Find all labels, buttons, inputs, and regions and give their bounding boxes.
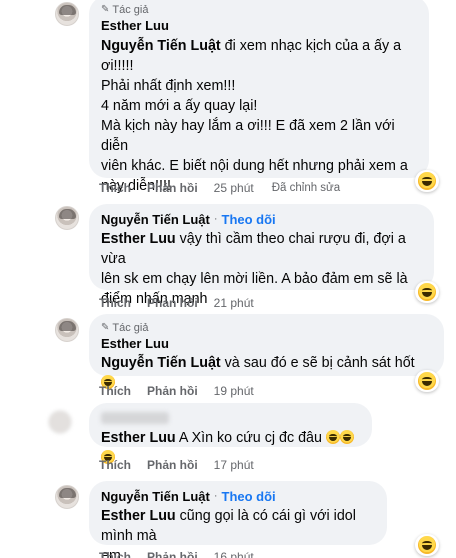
laughing-emoji-icon: [418, 536, 436, 554]
reply-button[interactable]: Phản hồi: [147, 550, 198, 558]
pen-icon: ✎: [101, 4, 110, 15]
author-badge-label: Tác giả: [112, 3, 149, 16]
reaction-badge[interactable]: [415, 281, 439, 303]
comment-author[interactable]: Nguyễn Tiến Luật: [101, 489, 210, 504]
reaction-badge[interactable]: [415, 534, 439, 556]
author-badge: ✎ Tác giả: [101, 321, 432, 334]
avatar[interactable]: [55, 206, 79, 230]
reaction-badge[interactable]: [415, 370, 439, 392]
avatar[interactable]: [55, 485, 79, 509]
reply-button[interactable]: Phản hồi: [147, 181, 198, 195]
timestamp[interactable]: 16 phút: [214, 550, 254, 558]
timestamp[interactable]: 25 phút: [214, 181, 254, 195]
timestamp[interactable]: 17 phút: [214, 458, 254, 472]
comment-actions: Thích Phản hồi 19 phút: [99, 383, 272, 399]
laughing-emoji-icon: [418, 283, 436, 301]
reply-button[interactable]: Phản hồi: [147, 296, 198, 310]
author-badge-label: Tác giả: [112, 321, 149, 334]
redacted-author-name: [101, 412, 169, 424]
pen-icon: ✎: [101, 322, 110, 333]
mention-link[interactable]: Nguyễn Tiến Luật: [101, 355, 221, 371]
comment-actions: Thích Phản hồi 21 phút: [99, 295, 272, 311]
reaction-badge[interactable]: [415, 170, 439, 192]
like-button[interactable]: Thích: [99, 384, 131, 398]
comment-bubble: ✎ Tác giả Esther Luu Nguyễn Tiến Luật và…: [89, 314, 444, 389]
edited-label: Đã chỉnh sửa: [271, 182, 341, 194]
comment-actions: Thích Phản hồi 16 phút: [99, 549, 272, 558]
mention-link[interactable]: Esther Luu: [101, 508, 176, 524]
like-button[interactable]: Thích: [99, 458, 131, 472]
follow-button[interactable]: Theo dõi: [222, 212, 276, 227]
avatar[interactable]: [55, 318, 79, 342]
avatar[interactable]: [55, 2, 79, 26]
laughing-emoji-icon: [418, 372, 436, 390]
avatar[interactable]: [48, 410, 72, 434]
comment-bubble: Esther Luu A Xìn ko cứu cj đc đâu: [89, 403, 372, 464]
mention-link[interactable]: Esther Luu: [101, 231, 176, 247]
grin-sweat-emoji-icon: [339, 430, 354, 444]
timestamp[interactable]: 21 phút: [214, 296, 254, 310]
comment-bubble: Nguyễn Tiến Luật · Theo dõi Esther Luu v…: [89, 204, 434, 307]
timestamp[interactable]: 19 phút: [214, 384, 254, 398]
comment-author[interactable]: Esther Luu: [101, 18, 169, 33]
like-button[interactable]: Thích: [99, 181, 131, 195]
grin-sweat-emoji-icon: [325, 430, 340, 444]
like-button[interactable]: Thích: [99, 296, 131, 310]
reply-button[interactable]: Phản hồi: [147, 384, 198, 398]
comment-author[interactable]: Nguyễn Tiến Luật: [101, 212, 210, 227]
mention-link[interactable]: Nguyễn Tiến Luật: [101, 38, 221, 54]
author-badge: ✎ Tác giả: [101, 3, 417, 16]
comment-bubble: Nguyễn Tiến Luật · Theo dõi Esther Luu c…: [89, 481, 387, 558]
comment-actions: Thích Phản hồi 17 phút: [99, 457, 272, 473]
laughing-emoji-icon: [418, 172, 436, 190]
comment-bubble: ✎ Tác giả Esther Luu Nguyễn Tiến Luật đi…: [89, 0, 429, 194]
follow-button[interactable]: Theo dõi: [222, 489, 276, 504]
reply-button[interactable]: Phản hồi: [147, 458, 198, 472]
comment-actions: Thích Phản hồi 25 phút Đã chỉnh sửa: [99, 180, 340, 196]
like-button[interactable]: Thích: [99, 550, 131, 558]
comment-text: Nguyễn Tiến Luật đi xem nhạc kịch của a …: [101, 38, 408, 194]
mention-link[interactable]: Esther Luu: [101, 430, 176, 446]
comment-author[interactable]: Esther Luu: [101, 336, 169, 351]
